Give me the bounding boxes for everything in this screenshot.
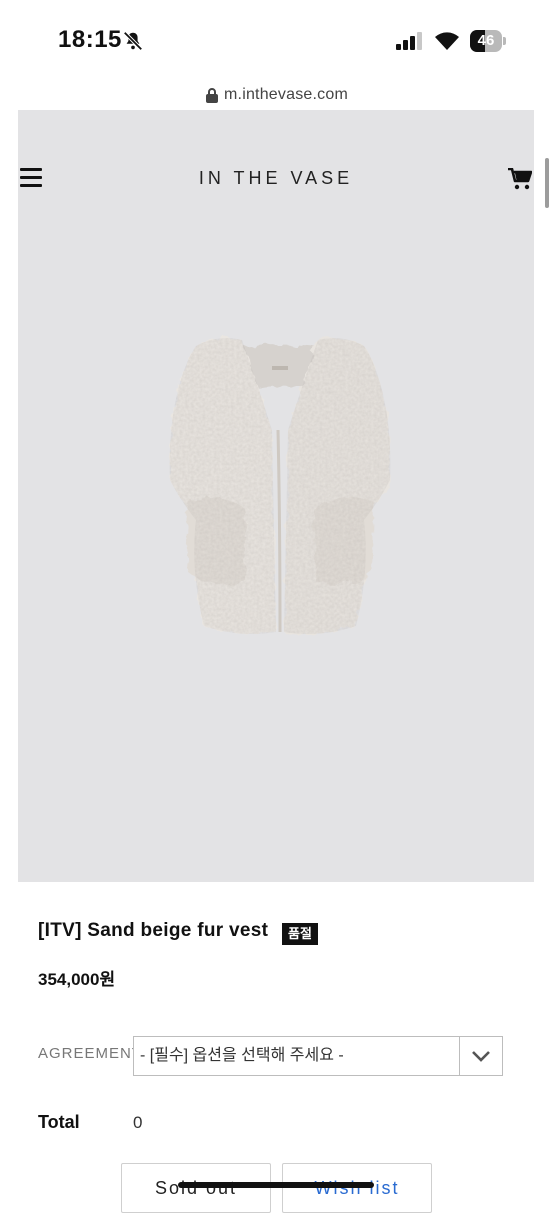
total-value: 0 — [133, 1113, 143, 1132]
scrollbar[interactable] — [545, 158, 549, 208]
product-name: [ITV] Sand beige fur vest — [38, 920, 269, 941]
wifi-icon — [435, 32, 459, 50]
chevron-down-icon — [472, 1051, 490, 1062]
url-text: m.inthevase.com — [224, 86, 348, 103]
product-image[interactable] — [160, 320, 400, 640]
product-image-area: IN THE VASE — [18, 110, 534, 882]
status-bar: 18:15 46 — [0, 0, 554, 80]
bell-slash-icon — [123, 31, 143, 51]
cart-icon[interactable] — [508, 168, 532, 190]
soldout-badge: 품절 — [282, 923, 318, 945]
address-bar[interactable]: m.inthevase.com — [0, 80, 554, 110]
brand-logo[interactable]: IN THE VASE — [18, 168, 534, 189]
lock-icon — [206, 88, 219, 103]
option-select[interactable]: - [필수] 옵션을 선택해 주세요 - — [133, 1036, 503, 1076]
battery-icon: 46 — [470, 30, 506, 52]
total-label: Total — [38, 1112, 80, 1132]
wish-list-button[interactable]: Wish list — [282, 1163, 432, 1213]
cellular-signal-icon — [396, 32, 422, 50]
status-time: 18:15 — [58, 26, 122, 53]
battery-percentage: 46 — [477, 32, 495, 49]
option-label: AGREEMENT — [38, 1045, 134, 1062]
option-selected-text: - [필수] 옵션을 선택해 주세요 - — [140, 1047, 344, 1064]
home-indicator — [178, 1182, 374, 1188]
product-price: 354,000원 — [38, 970, 116, 989]
sold-out-button[interactable]: Sold out — [121, 1163, 271, 1213]
select-divider — [459, 1037, 460, 1075]
